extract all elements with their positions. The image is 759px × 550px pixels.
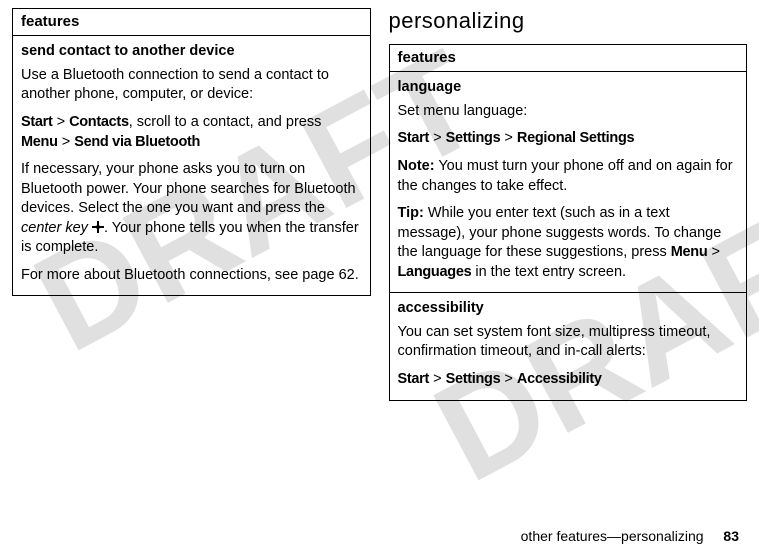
path-start: Start	[398, 371, 430, 387]
tip-menu: Menu	[671, 244, 708, 260]
page-footer: other features—personalizing 83	[521, 528, 739, 544]
path-sep: >	[500, 371, 517, 387]
center-key-icon	[92, 221, 104, 233]
left-row-send-contact: send contact to another device Use a Blu…	[13, 36, 371, 296]
row-title: accessibility	[398, 299, 739, 319]
tip-languages: Languages	[398, 264, 472, 280]
path-sep: >	[53, 114, 70, 130]
path-settings: Settings	[446, 130, 501, 146]
paragraph: Use a Bluetooth connection to send a con…	[21, 66, 362, 105]
path-sep: >	[429, 130, 446, 146]
right-features-table: features language Set menu language: Sta…	[389, 44, 748, 401]
section-title-personalizing: personalizing	[389, 8, 748, 34]
footer-text: other features—personalizing	[521, 528, 704, 544]
right-row-accessibility: accessibility You can set system font si…	[389, 293, 747, 400]
tip-text: in the text entry screen.	[471, 264, 626, 280]
right-column: personalizing features language Set menu…	[389, 8, 748, 401]
paragraph: For more about Bluetooth connections, se…	[21, 266, 362, 286]
path-start: Start	[21, 114, 53, 130]
left-table-header: features	[13, 9, 371, 36]
note: Note: You must turn your phone off and o…	[398, 157, 739, 196]
path-sep: >	[429, 371, 446, 387]
path-send-bt: Send via Bluetooth	[74, 134, 200, 150]
right-table-header: features	[389, 45, 747, 72]
row-title: language	[398, 78, 739, 98]
tip: Tip: While you enter text (such as in a …	[398, 204, 739, 282]
paragraph: If necessary, your phone asks you to tur…	[21, 160, 362, 258]
left-features-table: features send contact to another device …	[12, 8, 371, 296]
tip-label: Tip:	[398, 205, 424, 221]
path-settings: Settings	[446, 371, 501, 387]
center-key-label: center key	[21, 220, 88, 236]
paragraph: Set menu language:	[398, 102, 739, 122]
menu-path: Start > Contacts, scroll to a contact, a…	[21, 113, 362, 152]
right-row-language: language Set menu language: Start > Sett…	[389, 72, 747, 293]
text: If necessary, your phone asks you to tur…	[21, 161, 356, 216]
note-text: You must turn your phone off and on agai…	[398, 158, 733, 194]
menu-path: Start > Settings > Regional Settings	[398, 129, 739, 149]
left-column: features send contact to another device …	[12, 8, 371, 401]
paragraph: You can set system font size, multipress…	[398, 323, 739, 362]
menu-path: Start > Settings > Accessibility	[398, 370, 739, 390]
note-label: Note:	[398, 158, 435, 174]
path-rest: , scroll to a contact, and press	[129, 114, 322, 130]
path-start: Start	[398, 130, 430, 146]
row-title: send contact to another device	[21, 42, 362, 62]
tip-sep: >	[707, 244, 720, 260]
path-accessibility: Accessibility	[517, 371, 602, 387]
path-sep: >	[58, 134, 75, 150]
page-columns: features send contact to another device …	[0, 0, 759, 405]
path-regional: Regional Settings	[517, 130, 634, 146]
path-menu: Menu	[21, 134, 58, 150]
path-sep: >	[500, 130, 517, 146]
page-number: 83	[723, 528, 739, 544]
path-contacts: Contacts	[69, 114, 129, 130]
